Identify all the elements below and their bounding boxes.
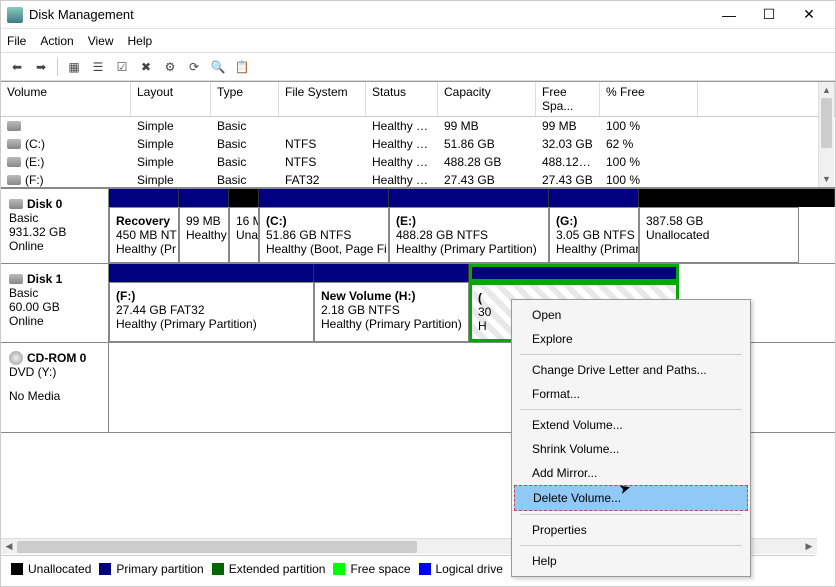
disk-icon: [9, 199, 23, 209]
menu-view[interactable]: View: [88, 34, 114, 48]
partition-box[interactable]: Recovery450 MB NTHealthy (Pr: [109, 207, 179, 263]
ctx-change-letter[interactable]: Change Drive Letter and Paths...: [514, 358, 748, 382]
col-fs[interactable]: File System: [279, 82, 366, 116]
cdrom-info[interactable]: CD-ROM 0 DVD (Y:) No Media: [1, 343, 109, 432]
col-spacer: [698, 82, 835, 116]
scroll-right-icon[interactable]: ▶: [801, 539, 817, 554]
disk-row-0: Disk 0 Basic 931.32 GB Online Recovery45…: [1, 189, 835, 264]
bar-seg: [389, 189, 549, 207]
ctx-properties[interactable]: Properties: [514, 518, 748, 542]
legend-swatch-unallocated: [11, 563, 23, 575]
ctx-open[interactable]: Open: [514, 303, 748, 327]
partition-box[interactable]: (E:)488.28 GB NTFSHealthy (Primary Parti…: [389, 207, 549, 263]
disk0-info[interactable]: Disk 0 Basic 931.32 GB Online: [1, 189, 109, 263]
maximize-button[interactable]: ☐: [749, 2, 789, 28]
legend-swatch-extended: [212, 563, 224, 575]
scroll-thumb[interactable]: [821, 98, 832, 148]
ctx-separator: [520, 354, 742, 355]
col-type[interactable]: Type: [211, 82, 279, 116]
legend-swatch-logical: [419, 563, 431, 575]
settings-icon[interactable]: ⚙: [160, 57, 180, 77]
disk1-info[interactable]: Disk 1 Basic 60.00 GB Online: [1, 264, 109, 342]
window-title: Disk Management: [29, 7, 709, 22]
table-row[interactable]: (C:) SimpleBasicNTFS Healthy (B...51.86 …: [1, 135, 835, 153]
back-icon[interactable]: ⬅: [7, 57, 27, 77]
partition-box[interactable]: 387.58 GBUnallocated: [639, 207, 799, 263]
bar-seg: [259, 189, 389, 207]
x-icon[interactable]: ✖: [136, 57, 156, 77]
refresh-icon[interactable]: ⟳: [184, 57, 204, 77]
ctx-separator: [520, 409, 742, 410]
ctx-mirror[interactable]: Add Mirror...: [514, 461, 748, 485]
col-layout[interactable]: Layout: [131, 82, 211, 116]
titlebar: Disk Management — ☐ ✕: [1, 1, 835, 29]
table-row[interactable]: SimpleBasic Healthy (E...99 MB99 MB100 %: [1, 117, 835, 135]
volume-icon: [7, 157, 21, 167]
context-menu: Open Explore Change Drive Letter and Pat…: [511, 299, 751, 577]
ctx-separator: [520, 514, 742, 515]
minimize-button[interactable]: —: [709, 2, 749, 28]
bar-seg: [314, 264, 469, 282]
volume-icon: [7, 139, 21, 149]
search-icon[interactable]: 🔍: [208, 57, 228, 77]
col-capacity[interactable]: Capacity: [438, 82, 536, 116]
bar-seg: [639, 189, 835, 207]
partition-box[interactable]: (F:)27.44 GB FAT32Healthy (Primary Parti…: [109, 282, 314, 342]
forward-icon[interactable]: ➡: [31, 57, 51, 77]
partition-box[interactable]: 16 MUna: [229, 207, 259, 263]
separator: [57, 58, 58, 76]
vertical-scrollbar[interactable]: ▲ ▼: [818, 82, 834, 187]
hscroll-thumb[interactable]: [17, 541, 417, 553]
app-icon: [7, 7, 23, 23]
menubar: File Action View Help: [1, 29, 835, 53]
ctx-help[interactable]: Help: [514, 549, 748, 573]
volume-table: Volume Layout Type File System Status Ca…: [1, 81, 835, 187]
col-volume[interactable]: Volume: [1, 82, 131, 116]
detail-icon[interactable]: ☰: [88, 57, 108, 77]
volume-icon: [7, 121, 21, 131]
col-free[interactable]: Free Spa...: [536, 82, 600, 116]
legend-swatch-free: [333, 563, 345, 575]
table-row[interactable]: (F:) SimpleBasicFAT32 Healthy (P...27.43…: [1, 171, 835, 187]
table-header: Volume Layout Type File System Status Ca…: [1, 82, 835, 117]
list-icon[interactable]: 📋: [232, 57, 252, 77]
volume-icon: [7, 175, 21, 185]
bar-seg: [549, 189, 639, 207]
ctx-extend[interactable]: Extend Volume...: [514, 413, 748, 437]
table-row[interactable]: (E:) SimpleBasicNTFS Healthy (P...488.28…: [1, 153, 835, 171]
bar-seg: [109, 264, 314, 282]
ctx-separator: [520, 545, 742, 546]
legend-swatch-primary: [99, 563, 111, 575]
menu-file[interactable]: File: [7, 34, 26, 48]
partition-box[interactable]: 99 MBHealthy: [179, 207, 229, 263]
ctx-format[interactable]: Format...: [514, 382, 748, 406]
toolbar: ⬅ ➡ ▦ ☰ ☑ ✖ ⚙ ⟳ 🔍 📋: [1, 53, 835, 81]
scroll-down-icon[interactable]: ▼: [819, 171, 834, 187]
scroll-left-icon[interactable]: ◀: [1, 539, 17, 554]
cd-icon: [9, 351, 23, 365]
bar-seg: [179, 189, 229, 207]
ctx-shrink[interactable]: Shrink Volume...: [514, 437, 748, 461]
col-status[interactable]: Status: [366, 82, 438, 116]
bar-seg: [109, 189, 179, 207]
panel-icon[interactable]: ▦: [64, 57, 84, 77]
scroll-up-icon[interactable]: ▲: [819, 82, 834, 98]
partition-box[interactable]: (C:)51.86 GB NTFSHealthy (Boot, Page Fi: [259, 207, 389, 263]
menu-help[interactable]: Help: [128, 34, 153, 48]
check-icon[interactable]: ☑: [112, 57, 132, 77]
bar-seg: [229, 189, 259, 207]
partition-box[interactable]: New Volume (H:)2.18 GB NTFSHealthy (Prim…: [314, 282, 469, 342]
col-pct[interactable]: % Free: [600, 82, 698, 116]
bar-seg-selected: [469, 264, 679, 282]
partition-box[interactable]: (G:)3.05 GB NTFSHealthy (Primar: [549, 207, 639, 263]
disk-icon: [9, 274, 23, 284]
menu-action[interactable]: Action: [40, 34, 73, 48]
ctx-explore[interactable]: Explore: [514, 327, 748, 351]
close-button[interactable]: ✕: [789, 2, 829, 28]
